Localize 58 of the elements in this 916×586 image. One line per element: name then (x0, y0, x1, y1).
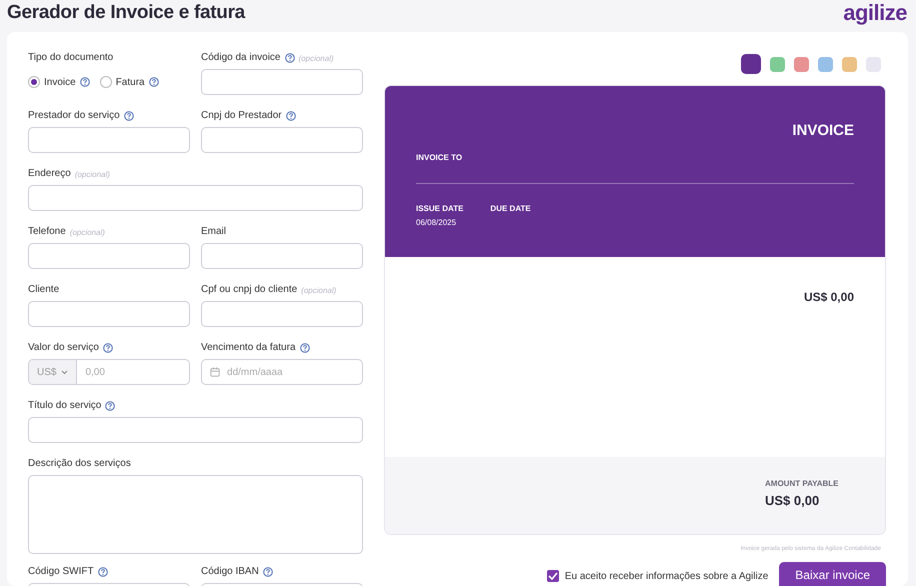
optional-note: (opcional) (74, 170, 110, 178)
optional-note: (opcional) (301, 286, 336, 294)
consent-label[interactable]: Eu aceito receber informações sobre a Agilize (564, 570, 768, 582)
logo: agilize (843, 0, 907, 26)
field-label: Descrição dos serviços (28, 458, 131, 470)
issue-date: 06/08/2025 (416, 218, 458, 227)
field-label: Endereço (28, 168, 71, 180)
invoice-heading: INVOICE (791, 122, 854, 139)
field-label: Cliente (28, 284, 60, 296)
field-label: Vencimento da fatura (201, 342, 296, 354)
input-field[interactable] (28, 301, 190, 327)
radio-label[interactable]: Invoice (44, 76, 76, 88)
text-area[interactable] (28, 475, 363, 554)
optional-note: (opcional) (298, 54, 334, 62)
total-amount: US$ 0,00 (802, 290, 854, 304)
color-swatch[interactable] (770, 56, 785, 72)
date-input[interactable]: dd/mm/aaaa (220, 366, 362, 378)
color-swatch[interactable] (818, 56, 833, 72)
field-label: Cnpj do Prestador (201, 110, 282, 122)
checkbox[interactable] (546, 570, 559, 582)
field-label: Cpf ou cnpj do cliente (201, 284, 298, 296)
date-field[interactable]: dd/mm/aaaa (201, 359, 363, 385)
field-label: Prestador do serviço (28, 110, 120, 122)
amount-payable: US$ 0,00 (765, 493, 820, 508)
field-label: Tipo do documento (28, 52, 114, 64)
input-field[interactable] (201, 127, 363, 153)
radio-label[interactable]: Fatura (116, 76, 145, 88)
chevron-down-icon (61, 370, 68, 374)
input-field[interactable] (28, 243, 190, 269)
input-field[interactable] (201, 69, 363, 95)
input-field[interactable] (201, 243, 363, 269)
invoice-to-label: INVOICE TO (416, 153, 464, 162)
input-field[interactable] (201, 301, 363, 327)
color-swatch[interactable] (866, 56, 881, 72)
input-field[interactable] (28, 185, 363, 211)
checkmark-icon (548, 572, 558, 580)
field-label: Telefone (28, 226, 66, 238)
amount-input[interactable]: 0,00 (77, 366, 189, 378)
field-label: Código da invoice (201, 52, 280, 64)
due-date-label: DUE DATE (490, 204, 531, 213)
color-swatch[interactable] (794, 56, 809, 72)
field-label: Email (201, 226, 226, 238)
field-label: Código SWIFT (28, 566, 94, 578)
download-button[interactable]: Baixar invoice (779, 562, 886, 586)
color-swatch[interactable] (842, 56, 857, 72)
field-label: Valor do serviço (28, 342, 99, 354)
field-label: Título do serviço (28, 400, 102, 412)
amount-payable-label: AMOUNT PAYABLE (765, 479, 839, 488)
radio-button[interactable] (28, 76, 40, 88)
optional-note: (opcional) (70, 228, 105, 236)
color-swatch[interactable] (741, 54, 761, 74)
calendar-icon (210, 366, 220, 378)
page-title: Gerador de Invoice e fatura (7, 2, 245, 24)
input-field[interactable] (28, 127, 190, 153)
radio-button[interactable] (100, 76, 112, 88)
input-field[interactable] (28, 417, 363, 443)
issue-date-label: ISSUE DATE (416, 204, 464, 213)
field-label: Código IBAN (201, 566, 259, 578)
